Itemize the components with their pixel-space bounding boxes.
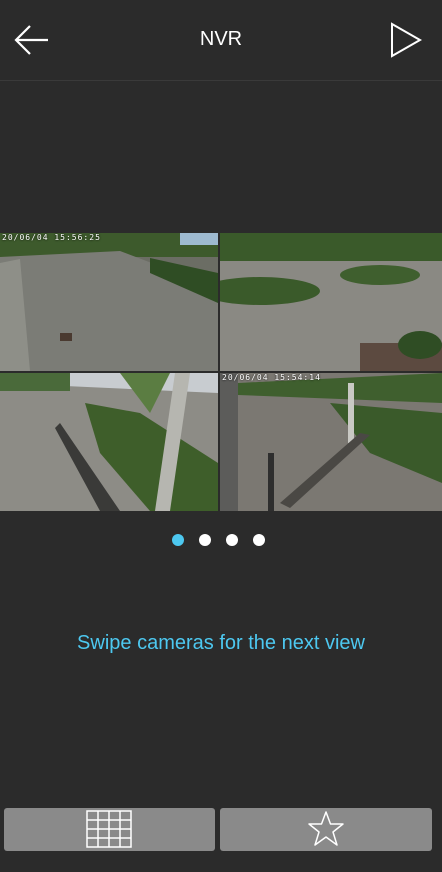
page-title: NVR	[199, 28, 243, 50]
play-button[interactable]	[388, 20, 424, 60]
play-icon	[391, 22, 423, 58]
page-indicator	[0, 534, 442, 548]
favorite-button[interactable]	[220, 808, 432, 851]
page-dot[interactable]	[226, 534, 238, 546]
page-dot[interactable]	[253, 534, 265, 546]
camera-feed-image	[220, 233, 442, 371]
app-header: NVR	[0, 0, 442, 81]
page-dot[interactable]	[199, 534, 211, 546]
layout-grid-button[interactable]	[4, 808, 215, 851]
camera-feed-image	[0, 233, 218, 371]
camera-view-3[interactable]	[0, 373, 218, 511]
camera-feed-image	[220, 373, 442, 511]
camera-feed-image	[0, 373, 218, 511]
page-dot[interactable]	[172, 534, 184, 546]
camera-timestamp: 20/06/04 15:54:14	[222, 373, 321, 382]
camera-view-2[interactable]	[220, 233, 442, 371]
swipe-hint: Swipe cameras for the next view	[77, 632, 365, 654]
camera-view-1[interactable]: 20/06/04 15:56:25	[0, 233, 218, 371]
grid-layout-icon	[86, 810, 132, 848]
star-icon	[308, 811, 344, 846]
camera-view-4[interactable]: 20/06/04 15:54:14	[220, 373, 442, 511]
camera-grid[interactable]: 20/06/04 15:56:25 20/06/04 15:54:14	[0, 233, 442, 511]
camera-timestamp: 20/06/04 15:56:25	[2, 233, 101, 242]
